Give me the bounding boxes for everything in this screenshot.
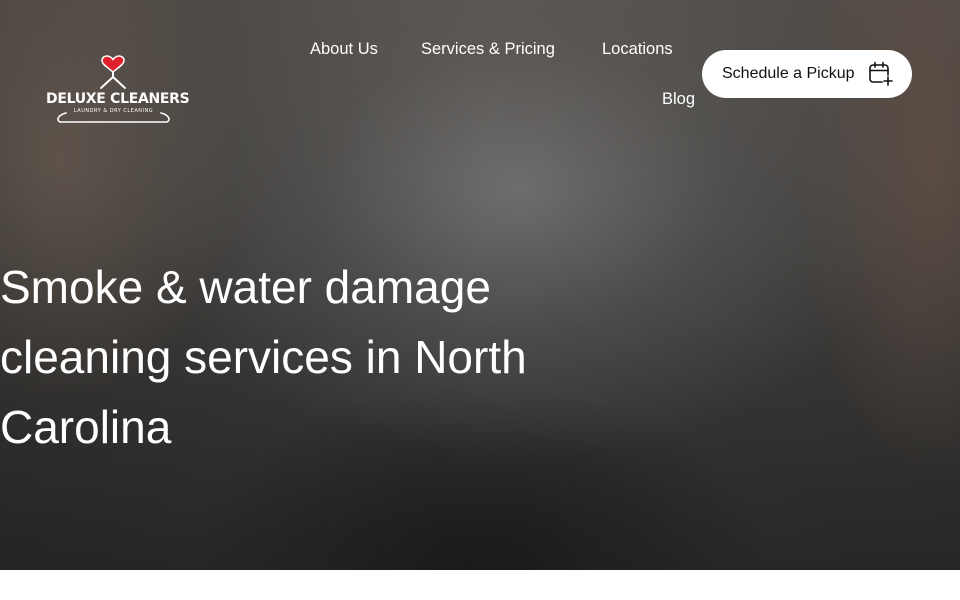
- schedule-pickup-label: Schedule a Pickup: [722, 65, 855, 82]
- nav-locations[interactable]: Locations: [602, 40, 673, 59]
- hero-headline: Smoke & water damage cleaning services i…: [0, 261, 527, 453]
- brand-name: DELUXE CLEANERS: [46, 91, 190, 107]
- hero-section: DELUXE CLEANERS LAUNDRY & DRY CLEANING A…: [0, 0, 960, 570]
- nav-about-us[interactable]: About Us: [310, 40, 378, 59]
- nav-blog[interactable]: Blog: [662, 90, 695, 109]
- brand-logo[interactable]: DELUXE CLEANERS LAUNDRY & DRY CLEANING: [46, 55, 190, 127]
- hanger-icon: [57, 112, 170, 123]
- schedule-pickup-button[interactable]: Schedule a Pickup: [702, 50, 912, 98]
- nav-services-pricing[interactable]: Services & Pricing: [421, 40, 555, 59]
- calendar-plus-icon: [869, 61, 894, 87]
- heart-icon: [100, 55, 126, 89]
